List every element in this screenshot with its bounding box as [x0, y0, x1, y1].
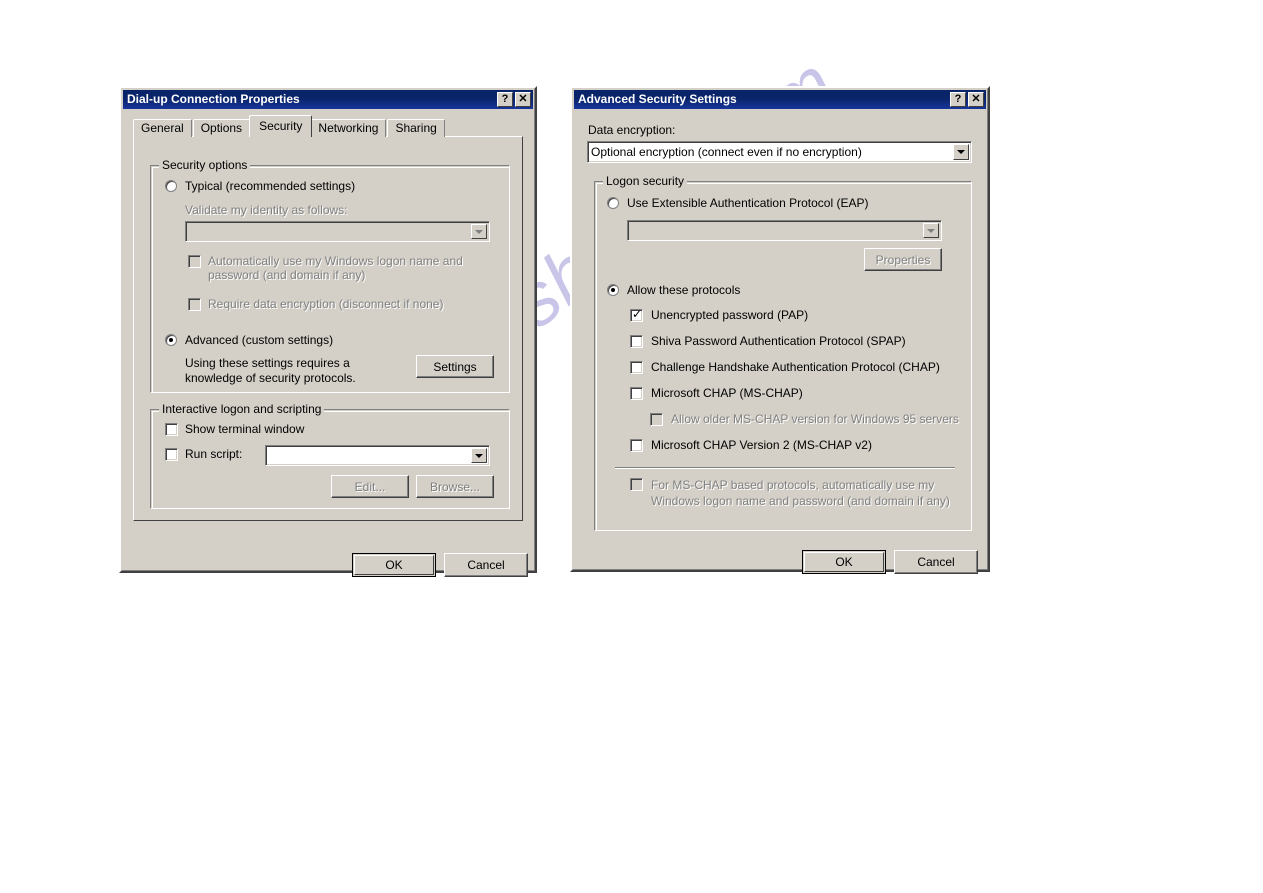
dialog2-titlebar: Advanced Security Settings ? ✕ — [574, 90, 986, 109]
checkbox-ms-chap[interactable] — [630, 387, 643, 400]
tabpage-security: Security options Typical (recommended se… — [133, 136, 523, 521]
tab-general[interactable]: General — [133, 119, 192, 137]
dialog2-body: Data encryption: Optional encryption (co… — [574, 109, 986, 574]
dialog1-title: Dial-up Connection Properties — [127, 92, 300, 106]
checkbox-spap[interactable] — [630, 335, 643, 348]
radio-allow-these-protocols[interactable] — [607, 284, 619, 296]
dialog-dialup-connection-properties: Dial-up Connection Properties ? ✕ Genera… — [119, 86, 537, 577]
cancel-button[interactable]: Cancel — [444, 553, 528, 577]
close-icon[interactable]: ✕ — [968, 92, 984, 107]
radio-advanced-label: Advanced (custom settings) — [185, 333, 334, 347]
check-mark-icon: ✓ — [632, 307, 643, 321]
cancel-button-label: Cancel — [917, 555, 955, 569]
radio-use-eap[interactable] — [607, 197, 619, 209]
validate-identity-label: Validate my identity as follows: — [185, 203, 348, 217]
browse-button[interactable]: Browse... — [416, 475, 494, 498]
tab-options[interactable]: Options — [192, 119, 251, 137]
eap-combo[interactable] — [627, 220, 942, 241]
checkbox-allow-older-ms-chap[interactable] — [650, 413, 663, 426]
checkbox-run-script[interactable] — [165, 448, 178, 461]
group-interactive-logon: Interactive logon and scripting Show ter… — [150, 403, 510, 509]
radio-advanced-dot — [169, 338, 173, 342]
checkbox-allow-older-ms-chap-label: Allow older MS-CHAP version for Windows … — [671, 412, 959, 426]
checkbox-spap-label: Shiva Password Authentication Protocol (… — [651, 334, 906, 348]
edit-button-label: Edit... — [354, 479, 386, 494]
chevron-down-icon[interactable] — [471, 448, 487, 463]
dialog1-titlebar: Dial-up Connection Properties ? ✕ — [123, 90, 533, 109]
help-icon[interactable]: ? — [497, 92, 513, 107]
dialog1-body: General Options Security Networking Shar… — [123, 109, 533, 577]
advanced-help-text: Using these settings requires a knowledg… — [185, 356, 356, 385]
ok-button-face: OK — [804, 552, 884, 572]
checkbox-ms-chap-v2[interactable] — [630, 439, 643, 452]
radio-typical[interactable] — [165, 180, 177, 192]
ok-button[interactable]: OK — [352, 553, 436, 577]
radio-advanced[interactable] — [165, 334, 177, 346]
cancel-button[interactable]: Cancel — [894, 550, 978, 574]
tab-sharing[interactable]: Sharing — [387, 119, 445, 137]
tab-networking[interactable]: Networking — [310, 119, 387, 137]
ok-button-label: OK — [385, 558, 403, 572]
help-icon[interactable]: ? — [950, 92, 966, 107]
checkbox-mschap-auto-logon[interactable] — [630, 478, 643, 491]
checkbox-show-terminal-window[interactable] — [165, 423, 178, 436]
group-interactive-logon-title: Interactive logon and scripting — [159, 403, 325, 415]
checkbox-require-data-encryption[interactable] — [188, 298, 201, 311]
checkbox-auto-windows-logon[interactable] — [188, 255, 201, 268]
properties-button-label: Properties — [875, 252, 931, 267]
tabstrip: General Options Security Networking Shar… — [133, 115, 523, 137]
run-script-combo[interactable] — [265, 445, 490, 466]
dialog-advanced-security-settings: Advanced Security Settings ? ✕ Data encr… — [570, 86, 990, 574]
radio-typical-label: Typical (recommended settings) — [185, 179, 356, 193]
properties-button[interactable]: Properties — [864, 248, 942, 271]
cancel-button-label: Cancel — [467, 558, 505, 572]
ok-button-label: OK — [835, 555, 853, 569]
group-security-options: Security options Typical (recommended se… — [150, 159, 510, 393]
dialog2-title: Advanced Security Settings — [578, 92, 737, 106]
close-icon[interactable]: ✕ — [515, 92, 531, 107]
checkbox-require-data-encryption-label: Require data encryption (disconnect if n… — [208, 297, 444, 311]
checkbox-pap[interactable]: ✓ — [630, 307, 643, 322]
group-security-options-title: Security options — [159, 159, 251, 171]
checkbox-chap-label: Challenge Handshake Authentication Proto… — [651, 360, 940, 374]
validate-identity-combo[interactable] — [185, 221, 490, 242]
data-encryption-combo[interactable]: Optional encryption (connect even if no … — [587, 141, 972, 163]
edit-button[interactable]: Edit... — [331, 475, 409, 498]
checkbox-show-terminal-window-label: Show terminal window — [185, 422, 305, 436]
separator — [615, 467, 955, 469]
checkbox-chap[interactable] — [630, 361, 643, 374]
browse-button-label: Browse... — [429, 479, 480, 494]
chevron-down-icon[interactable] — [953, 144, 969, 160]
data-encryption-label: Data encryption: — [588, 123, 676, 137]
chevron-down-icon[interactable] — [471, 224, 487, 239]
chevron-down-icon[interactable] — [923, 223, 939, 238]
checkbox-ms-chap-label: Microsoft CHAP (MS-CHAP) — [651, 386, 803, 400]
checkbox-mschap-auto-logon-label: For MS-CHAP based protocols, automatical… — [651, 478, 950, 508]
group-logon-security-title: Logon security — [603, 175, 688, 187]
checkbox-auto-windows-logon-label: Automatically use my Windows logon name … — [208, 254, 463, 282]
group-logon-security: Logon security Use Extensible Authentica… — [594, 175, 972, 531]
tab-security[interactable]: Security — [249, 115, 313, 137]
ok-button-face: OK — [354, 555, 434, 575]
checkbox-pap-label: Unencrypted password (PAP) — [651, 308, 809, 322]
radio-allow-protocols-dot — [611, 288, 615, 292]
ok-button[interactable]: OK — [802, 550, 886, 574]
settings-button-label: Settings — [433, 359, 477, 374]
settings-button[interactable]: Settings — [416, 355, 494, 378]
checkbox-ms-chap-v2-label: Microsoft CHAP Version 2 (MS-CHAP v2) — [651, 438, 872, 452]
radio-use-eap-label: Use Extensible Authentication Protocol (… — [627, 196, 869, 210]
checkbox-run-script-label: Run script: — [185, 447, 243, 461]
data-encryption-combo-value: Optional encryption (connect even if no … — [591, 145, 862, 159]
radio-allow-these-protocols-label: Allow these protocols — [627, 283, 741, 297]
